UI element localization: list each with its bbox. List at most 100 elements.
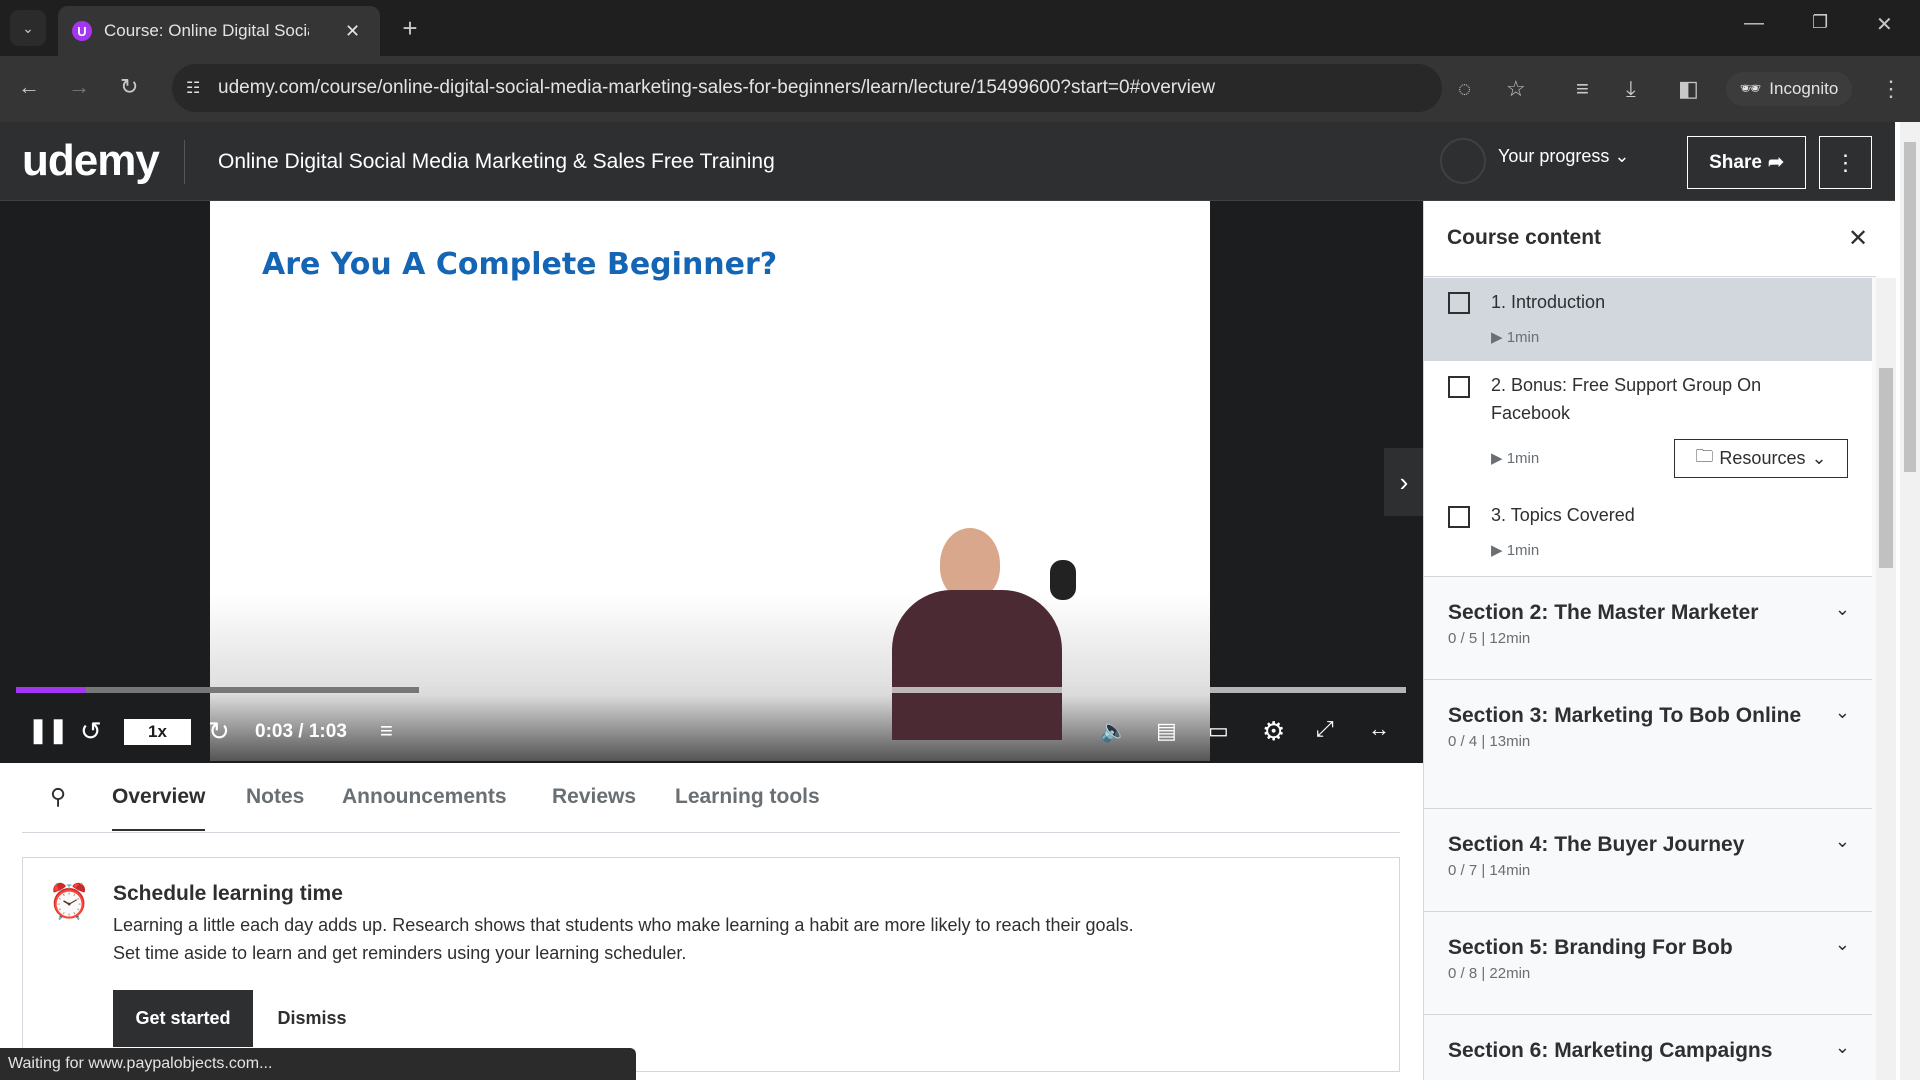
- lecture-duration: 1min: [1506, 329, 1540, 346]
- captions-icon[interactable]: ▭: [1208, 718, 1229, 744]
- chevron-down-icon: ⌄: [1811, 448, 1827, 468]
- side-panel-icon[interactable]: ◧: [1678, 76, 1699, 102]
- close-sidebar-icon[interactable]: ✕: [1848, 224, 1868, 253]
- eye-off-icon[interactable]: ◌: [1458, 76, 1471, 102]
- next-lecture-button[interactable]: ›: [1384, 448, 1424, 516]
- page-scrollbar-thumb[interactable]: [1904, 142, 1916, 472]
- tab-notes[interactable]: Notes: [246, 785, 304, 809]
- dismiss-button[interactable]: Dismiss: [262, 990, 362, 1047]
- tab-announcements[interactable]: Announcements: [342, 785, 507, 809]
- add-note-icon[interactable]: ≡: [380, 718, 393, 744]
- share-button[interactable]: Share ➦: [1687, 136, 1806, 189]
- scrollbar-thumb[interactable]: [1879, 368, 1893, 568]
- section-meta: 0 / 4 | 13min: [1448, 733, 1531, 750]
- resources-label: Resources: [1719, 448, 1806, 468]
- restore-icon[interactable]: ❐: [1812, 12, 1828, 33]
- browser-tab[interactable]: U Course: Online Digital Social ✕: [58, 6, 380, 56]
- chevron-down-icon: ⌄: [1834, 599, 1850, 619]
- section-title: Section 5: Branding For Bob: [1448, 936, 1733, 959]
- forward-icon[interactable]: →: [68, 74, 90, 100]
- video-time: 0:03 / 1:03: [255, 721, 347, 742]
- your-progress-button[interactable]: Your progress ⌄: [1498, 146, 1630, 167]
- tabs-divider: [22, 832, 1400, 833]
- video-scrubber[interactable]: [16, 687, 1406, 693]
- pause-icon[interactable]: ❚❚: [28, 716, 68, 745]
- section-meta: 0 / 7 | 14min: [1448, 862, 1531, 879]
- progress-label: Your progress: [1498, 146, 1610, 166]
- site-info-icon[interactable]: ☷: [186, 78, 200, 98]
- tab-reviews[interactable]: Reviews: [552, 785, 636, 809]
- close-tab-icon[interactable]: ✕: [345, 21, 360, 42]
- lecture-title: 3. Topics Covered: [1491, 505, 1635, 525]
- lecture-checkbox[interactable]: [1448, 292, 1470, 314]
- transcript-icon[interactable]: ▤: [1156, 718, 1177, 744]
- lecture-duration: 1min: [1506, 450, 1540, 467]
- video-icon: ▶: [1491, 329, 1503, 346]
- course-content-title: Course content: [1447, 226, 1602, 249]
- schedule-body-2: Set time aside to learn and get reminder…: [113, 943, 687, 963]
- tab-search-icon[interactable]: ⌄: [10, 10, 46, 46]
- address-bar[interactable]: ☷ udemy.com/course/online-digital-social-…: [172, 64, 1442, 112]
- expand-width-icon[interactable]: ↔: [1368, 716, 1390, 742]
- share-label: Share: [1709, 151, 1762, 173]
- tab-title: Course: Online Digital Social: [104, 21, 309, 40]
- settings-gear-icon[interactable]: ⚙: [1262, 716, 1285, 747]
- lecture-checkbox[interactable]: [1448, 376, 1470, 398]
- search-icon[interactable]: ⚲: [50, 784, 66, 810]
- close-window-icon[interactable]: ✕: [1876, 12, 1893, 37]
- lecture-item[interactable]: 1. Introduction ▶ 1min: [1424, 278, 1872, 361]
- page-scrollbar[interactable]: [1900, 122, 1920, 1080]
- chevron-down-icon: ⌄: [1834, 934, 1850, 954]
- fullscreen-icon[interactable]: ⤢: [1316, 716, 1334, 742]
- lecture-checkbox[interactable]: [1448, 506, 1470, 528]
- tab-overview[interactable]: Overview: [112, 785, 206, 831]
- get-started-button[interactable]: Get started: [113, 990, 253, 1047]
- resources-dropdown[interactable]: 🗀 Resources ⌄: [1674, 439, 1848, 478]
- volume-icon[interactable]: 🔈: [1100, 718, 1127, 744]
- progress-ring: [1440, 138, 1486, 184]
- lecture-item[interactable]: 2. Bonus: Free Support Group On Facebook…: [1424, 361, 1872, 501]
- lecture-duration: 1min: [1506, 542, 1540, 559]
- section-item[interactable]: Section 2: The Master Marketer 0 / 5 | 12…: [1424, 576, 1872, 669]
- section-item[interactable]: Section 6: Marketing Campaigns ⌄: [1424, 1014, 1872, 1086]
- lecture-item[interactable]: 3. Topics Covered ▶ 1min: [1424, 501, 1872, 576]
- section-meta: 0 / 5 | 12min: [1448, 630, 1531, 647]
- section-item[interactable]: Section 3: Marketing To Bob Online 0 / 4 …: [1424, 679, 1872, 772]
- incognito-icon: 🕶: [1739, 79, 1762, 98]
- playback-speed-button[interactable]: 1x: [124, 719, 191, 745]
- section-title: Section 4: The Buyer Journey: [1448, 833, 1745, 856]
- share-arrow-icon: ➦: [1767, 152, 1784, 173]
- lecture-title: 2. Bonus: Free Support Group On Facebook: [1491, 375, 1762, 423]
- udemy-logo[interactable]: udemy: [22, 136, 160, 186]
- chevron-down-icon: ⌄: [1834, 702, 1850, 722]
- course-title[interactable]: Online Digital Social Media Marketing & …: [218, 150, 775, 174]
- chevron-down-icon: ⌄: [1834, 1037, 1850, 1057]
- section-item[interactable]: Section 5: Branding For Bob 0 / 8 | 22min…: [1424, 911, 1872, 1004]
- slide-title: Are You A Complete Beginner?: [262, 247, 778, 282]
- more-options-button[interactable]: ⋮: [1819, 136, 1872, 189]
- media-control-icon[interactable]: ≡: [1576, 76, 1589, 102]
- incognito-label: Incognito: [1769, 79, 1839, 98]
- minimize-icon[interactable]: —: [1744, 12, 1764, 35]
- rewind-icon[interactable]: ↺: [80, 716, 102, 747]
- back-icon[interactable]: ←: [18, 74, 40, 100]
- divider: [184, 140, 185, 184]
- incognito-badge[interactable]: 🕶 Incognito: [1726, 72, 1852, 106]
- schedule-body: Learning a little each day adds up. Rese…: [113, 915, 1134, 935]
- browser-menu-icon[interactable]: ⋮: [1880, 76, 1902, 102]
- bookmark-star-icon[interactable]: ☆: [1506, 76, 1526, 102]
- video-icon: ▶: [1491, 450, 1503, 467]
- section-meta: 0 / 8 | 22min: [1448, 965, 1531, 982]
- url-text: udemy.com/course/online-digital-social-m…: [218, 77, 1216, 98]
- alarm-clock-icon: ⏰: [48, 883, 91, 921]
- forward-icon[interactable]: ↻: [208, 716, 230, 747]
- section-title: Section 6: Marketing Campaigns: [1448, 1039, 1773, 1062]
- tab-learning-tools[interactable]: Learning tools: [675, 785, 820, 809]
- sidebar-scrollbar[interactable]: [1876, 278, 1896, 1080]
- new-tab-icon[interactable]: +: [398, 12, 422, 44]
- chevron-down-icon: ⌄: [1834, 831, 1850, 851]
- section-title: Section 2: The Master Marketer: [1448, 601, 1759, 624]
- download-icon[interactable]: ⤓: [1626, 76, 1636, 102]
- reload-icon[interactable]: ↻: [120, 74, 138, 100]
- section-item[interactable]: Section 4: The Buyer Journey 0 / 7 | 14mi…: [1424, 808, 1872, 901]
